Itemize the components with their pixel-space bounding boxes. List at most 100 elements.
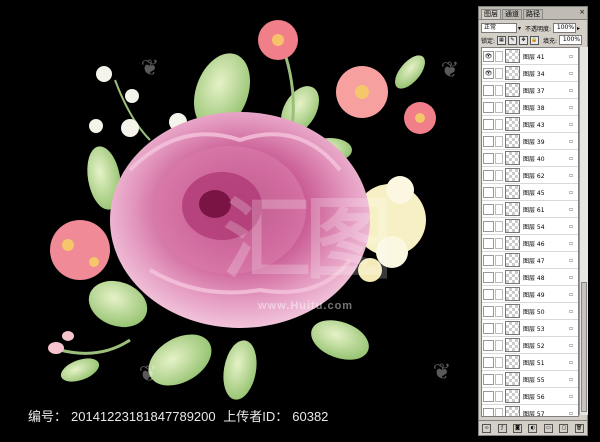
eye-icon[interactable]	[483, 271, 494, 283]
layers-list[interactable]: 👁 图层 41 ▫ 👁 图层 34 ▫ 图层 37 ▫ 图层 38 ▫ 图层 43 ▫ 图层 39 ▫ 图层…	[481, 47, 579, 417]
layer-row[interactable]: 图层 45 ▫	[482, 184, 578, 201]
eye-icon[interactable]	[483, 101, 494, 113]
link-toggle[interactable]	[495, 186, 503, 198]
layer-row[interactable]: 👁 图层 34 ▫	[482, 65, 578, 82]
blend-mode-select[interactable]: 正常	[481, 23, 517, 33]
link-toggle[interactable]	[495, 203, 503, 215]
layer-name: 图层 45	[523, 189, 545, 197]
opacity-field[interactable]: 100%	[553, 23, 577, 33]
tab-layers[interactable]: 图层	[481, 9, 501, 19]
eye-icon[interactable]	[483, 186, 494, 198]
id-label: 编号：	[28, 409, 68, 424]
eye-icon[interactable]: 👁	[483, 50, 494, 62]
eye-icon[interactable]	[483, 135, 494, 147]
eye-icon[interactable]	[483, 203, 494, 215]
eye-icon[interactable]	[483, 254, 494, 266]
tab-channels[interactable]: 通道	[502, 9, 522, 19]
eye-icon[interactable]: 👁	[483, 67, 494, 79]
layer-row[interactable]: 图层 51 ▫	[482, 354, 578, 371]
link-toggle[interactable]	[495, 339, 503, 351]
link-toggle[interactable]	[495, 407, 503, 416]
layer-row[interactable]: 图层 55 ▫	[482, 371, 578, 388]
link-toggle[interactable]	[495, 67, 503, 79]
eye-icon[interactable]	[483, 288, 494, 300]
id-value: 20141223181847789200	[71, 409, 216, 424]
layer-row[interactable]: 图层 43 ▫	[482, 116, 578, 133]
link-toggle[interactable]	[495, 305, 503, 317]
chevron-right-icon[interactable]: ▸	[577, 25, 580, 32]
layer-row[interactable]: 图层 61 ▫	[482, 201, 578, 218]
eye-icon[interactable]	[483, 84, 494, 96]
eye-icon[interactable]	[483, 220, 494, 232]
link-toggle[interactable]	[495, 135, 503, 147]
watermark-logo-icon: ❦	[432, 359, 452, 384]
lock-pixels-icon[interactable]: ✎	[508, 35, 518, 45]
layer-name: 图层 54	[523, 223, 545, 231]
layer-row[interactable]: 图层 57 ▫	[482, 405, 578, 416]
layer-row[interactable]: 图层 54 ▫	[482, 218, 578, 235]
layer-row[interactable]: 图层 52 ▫	[482, 337, 578, 354]
eye-icon[interactable]	[483, 356, 494, 368]
new-layer-icon[interactable]: ▢	[559, 423, 569, 433]
layer-name: 图层 53	[523, 325, 545, 333]
lock-transparency-icon[interactable]: ▦	[497, 35, 507, 45]
link-toggle[interactable]	[495, 118, 503, 130]
layer-row[interactable]: 图层 49 ▫	[482, 286, 578, 303]
opacity-label: 不透明度:	[525, 25, 552, 33]
link-toggle[interactable]	[495, 254, 503, 266]
eye-icon[interactable]	[483, 322, 494, 334]
mask-icon[interactable]: ◙	[513, 423, 523, 433]
scroll-thumb[interactable]	[581, 282, 587, 412]
link-toggle[interactable]	[495, 50, 503, 62]
fill-field[interactable]: 100%	[559, 35, 583, 45]
eye-icon[interactable]	[483, 169, 494, 181]
tab-paths[interactable]: 路径	[523, 9, 543, 19]
lock-all-icon[interactable]: 🔒	[530, 35, 540, 45]
layer-row[interactable]: 图层 37 ▫	[482, 82, 578, 99]
layer-row[interactable]: 图层 48 ▫	[482, 269, 578, 286]
chevron-down-icon[interactable]: ▾	[518, 25, 521, 32]
eye-icon[interactable]	[483, 373, 494, 385]
layer-row[interactable]: 图层 38 ▫	[482, 99, 578, 116]
eye-icon[interactable]	[483, 118, 494, 130]
link-toggle[interactable]	[495, 220, 503, 232]
eye-icon[interactable]	[483, 407, 494, 416]
trash-icon[interactable]: 🗑	[574, 423, 584, 433]
layers-panel: 图层 通道 路径 × 正常 ▾ 不透明度: 100% ▸ 锁定: ▦ ✎ ✥ 🔒…	[478, 6, 588, 436]
link-toggle[interactable]	[495, 373, 503, 385]
layer-row[interactable]: 图层 50 ▫	[482, 303, 578, 320]
scrollbar[interactable]	[579, 47, 588, 415]
layer-name: 图层 37	[523, 87, 545, 95]
lock-icon: ▫	[569, 87, 574, 94]
eye-icon[interactable]	[483, 305, 494, 317]
link-toggle[interactable]	[495, 390, 503, 402]
eye-icon[interactable]	[483, 152, 494, 164]
lock-position-icon[interactable]: ✥	[519, 35, 529, 45]
link-icon[interactable]: ∞	[482, 423, 492, 433]
eye-icon[interactable]	[483, 339, 494, 351]
layer-row[interactable]: 图层 62 ▫	[482, 167, 578, 184]
folder-icon[interactable]: ▭	[543, 423, 553, 433]
close-icon[interactable]: ×	[579, 8, 585, 16]
layer-row[interactable]: 👁 图层 41 ▫	[482, 48, 578, 65]
link-toggle[interactable]	[495, 322, 503, 334]
layer-row[interactable]: 图层 39 ▫	[482, 133, 578, 150]
layer-row[interactable]: 图层 53 ▫	[482, 320, 578, 337]
link-toggle[interactable]	[495, 101, 503, 113]
link-toggle[interactable]	[495, 84, 503, 96]
link-toggle[interactable]	[495, 237, 503, 249]
link-toggle[interactable]	[495, 152, 503, 164]
fx-icon[interactable]: ƒ	[497, 423, 507, 433]
adjust-icon[interactable]: ◐	[528, 423, 538, 433]
eye-icon[interactable]	[483, 390, 494, 402]
link-toggle[interactable]	[495, 288, 503, 300]
eye-icon[interactable]	[483, 237, 494, 249]
link-toggle[interactable]	[495, 356, 503, 368]
link-toggle[interactable]	[495, 271, 503, 283]
layer-row[interactable]: 图层 47 ▫	[482, 252, 578, 269]
layer-row[interactable]: 图层 40 ▫	[482, 150, 578, 167]
layer-row[interactable]: 图层 56 ▫	[482, 388, 578, 405]
layer-thumbnail	[505, 66, 520, 80]
link-toggle[interactable]	[495, 169, 503, 181]
layer-row[interactable]: 图层 46 ▫	[482, 235, 578, 252]
